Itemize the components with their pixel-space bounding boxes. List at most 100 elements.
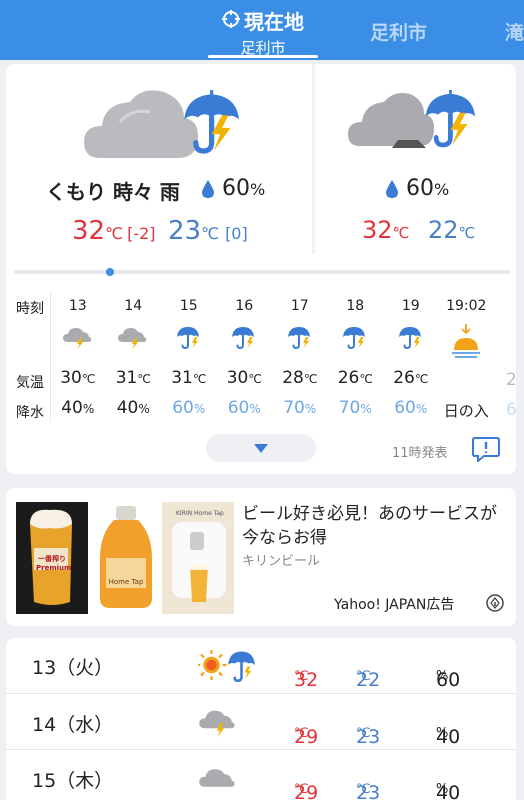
tab-ashikaga[interactable]: 足利市 bbox=[370, 18, 427, 45]
today-high: 32 bbox=[72, 216, 106, 246]
tomorrow-high-unit: ℃ bbox=[392, 224, 410, 242]
daily-high-unit: ℃ bbox=[294, 669, 309, 684]
hourly-rain-unit: % bbox=[138, 402, 150, 416]
daily-row[interactable]: 13（火） 32 ℃ 22 ℃ 60% bbox=[6, 638, 516, 693]
ad-image-bottle[interactable]: Home Tap bbox=[94, 502, 158, 614]
hourly-temp: 28℃ bbox=[273, 368, 327, 388]
tomorrow-high-wrap: 32℃ bbox=[362, 216, 409, 244]
hourly-icon-wrap bbox=[228, 324, 260, 354]
hourly-time: 17 bbox=[290, 298, 309, 314]
hourly-column: 13 30℃ 40% bbox=[51, 286, 105, 426]
hourly-rain-unit: % bbox=[304, 402, 317, 416]
hourly-temp-unit: ℃ bbox=[359, 372, 373, 386]
tomorrow-precip: 60 bbox=[406, 176, 434, 201]
hourly-rain-value: 70 bbox=[338, 398, 361, 418]
hourly-rain-value: 60 bbox=[227, 398, 250, 418]
hourly-time: 18 bbox=[346, 298, 365, 314]
tomorrow-low-unit: ℃ bbox=[458, 224, 476, 242]
daily-icon-wrap bbox=[198, 760, 238, 800]
today-precip-wrap: 60% bbox=[222, 176, 265, 201]
hourly-label-time: 時刻 bbox=[16, 301, 44, 317]
cloud-thunder-icon bbox=[118, 328, 147, 349]
hourly-temp: 30℃ bbox=[51, 368, 105, 388]
ad-image-beer-glass[interactable]: 一番搾り Premium bbox=[16, 502, 88, 614]
hourly-rain: 60% bbox=[162, 398, 216, 418]
hourly-rain: 60% bbox=[217, 398, 271, 418]
today-low-unit: ℃ bbox=[201, 224, 220, 243]
hourly-scroll-track[interactable] bbox=[14, 270, 510, 274]
today-precip: 60 bbox=[222, 176, 250, 201]
hourly-temp-unit: ℃ bbox=[81, 372, 96, 386]
daily-low-unit: ℃ bbox=[356, 669, 371, 684]
ad-headline[interactable]: ビール好き必見！あのサービスが今ならお得 bbox=[242, 502, 504, 550]
hourly-temp: 26℃ bbox=[328, 368, 382, 388]
expand-button[interactable] bbox=[206, 434, 316, 462]
ad-label[interactable]: Yahoo! JAPAN広告 bbox=[334, 594, 454, 614]
hourly-rain-value: 40 bbox=[116, 398, 139, 418]
sunset-time: 19:02 bbox=[446, 298, 487, 314]
daily-day: 14（水） bbox=[32, 714, 114, 736]
hourly-icon-wrap bbox=[395, 324, 427, 354]
hourly-rain: 70% bbox=[328, 398, 382, 418]
tomorrow-low: 22 bbox=[428, 216, 459, 244]
hourly-time: 19 bbox=[401, 298, 420, 314]
hourly-rain-unit: % bbox=[415, 402, 428, 416]
tomorrow-weather-icon bbox=[346, 82, 486, 166]
hourly-rain: 40% bbox=[51, 398, 105, 418]
hourly-time: 16 bbox=[235, 298, 254, 314]
app-header: 現在地 足利市 足利市 滝 bbox=[0, 0, 524, 60]
hourly-temp-value: 31 bbox=[171, 368, 193, 388]
today-high-diff: [-2] bbox=[127, 224, 156, 243]
ad-image2-text: Home Tap bbox=[108, 578, 144, 586]
hourly-temp-unit: ℃ bbox=[303, 372, 318, 386]
daily-row[interactable]: 14（水） 29 ℃ 23 ℃ 40% bbox=[6, 693, 516, 749]
today-low-diff: [0] bbox=[225, 224, 248, 243]
umbrella-thunder-icon bbox=[343, 327, 366, 350]
hourly-column: 14 31℃ 40% bbox=[106, 286, 160, 426]
hourly-label-temp: 気温 bbox=[16, 375, 44, 391]
today-high-wrap: 32℃ [-2] bbox=[72, 216, 156, 246]
forecast-card: くもり 時々 雨 60% 32℃ [-2] 23℃ [0] 60% 32℃ 22℃ bbox=[6, 64, 517, 474]
hourly-rain: 70% bbox=[273, 398, 327, 418]
hourly-forecast[interactable]: 時刻 気温 降水 13 30℃ 40% 14 31℃ 40% 15 31℃ 60% 16 30℃ 60… bbox=[6, 286, 517, 426]
cloud-thunder-icon bbox=[199, 710, 235, 737]
daily-high-unit: ℃ bbox=[294, 782, 309, 797]
hourly-column: 18 26℃ 70% bbox=[328, 286, 382, 426]
hourly-temp-value: 26 bbox=[393, 368, 415, 388]
panel-divider bbox=[312, 64, 314, 254]
feedback-icon[interactable] bbox=[472, 436, 500, 466]
hourly-temp-value: 30 bbox=[226, 368, 249, 388]
ad-image-server[interactable]: KIRIN Home Tap bbox=[162, 502, 234, 614]
location-target-icon bbox=[222, 9, 240, 33]
hourly-temp: 31℃ bbox=[106, 368, 160, 388]
hourly-temp-value: 28 bbox=[282, 368, 304, 388]
umbrella-thunder-icon bbox=[287, 327, 310, 350]
tomorrow-precip-unit: % bbox=[434, 180, 450, 199]
tab-next-partial[interactable]: 滝 bbox=[505, 18, 524, 45]
tab-current-location[interactable]: 現在地 足利市 bbox=[208, 6, 318, 60]
today-low-wrap: 23℃ [0] bbox=[168, 216, 248, 246]
ad-card[interactable]: 一番搾り Premium Home Tap KIRIN Home Tap ビール… bbox=[6, 488, 516, 626]
raindrop-icon bbox=[202, 180, 214, 202]
today-condition: くもり 時々 雨 bbox=[46, 180, 180, 204]
daily-precip-unit: % bbox=[436, 669, 449, 684]
hourly-icon-wrap bbox=[173, 324, 205, 354]
hourly-rain-unit: % bbox=[360, 402, 372, 416]
ad-image3-text: KIRIN Home Tap bbox=[176, 510, 224, 517]
ad-sponsor: キリンビール bbox=[242, 554, 321, 569]
hourly-temp-value: 31 bbox=[115, 368, 138, 388]
hourly-temp: 26℃ bbox=[384, 368, 438, 388]
umbrella-thunder-icon bbox=[398, 327, 421, 350]
sunset-label: 日の入 bbox=[443, 402, 489, 420]
hourly-icon-wrap bbox=[62, 324, 94, 354]
daily-row[interactable]: 15（木） 29 ℃ 23 ℃ 40% bbox=[6, 749, 516, 800]
daily-day: 13（火） bbox=[32, 657, 114, 679]
info-icon[interactable] bbox=[486, 594, 504, 612]
hourly-rain-value: 60 bbox=[172, 398, 194, 418]
cloud-icon bbox=[199, 769, 235, 787]
umbrella-thunder-icon bbox=[232, 327, 255, 350]
hourly-scroll-thumb[interactable] bbox=[106, 268, 114, 276]
tomorrow-raindrop-icon bbox=[386, 180, 398, 202]
chevron-down-icon bbox=[254, 444, 268, 453]
hourly-column-sunset: 19:02 日の入 bbox=[436, 286, 496, 426]
